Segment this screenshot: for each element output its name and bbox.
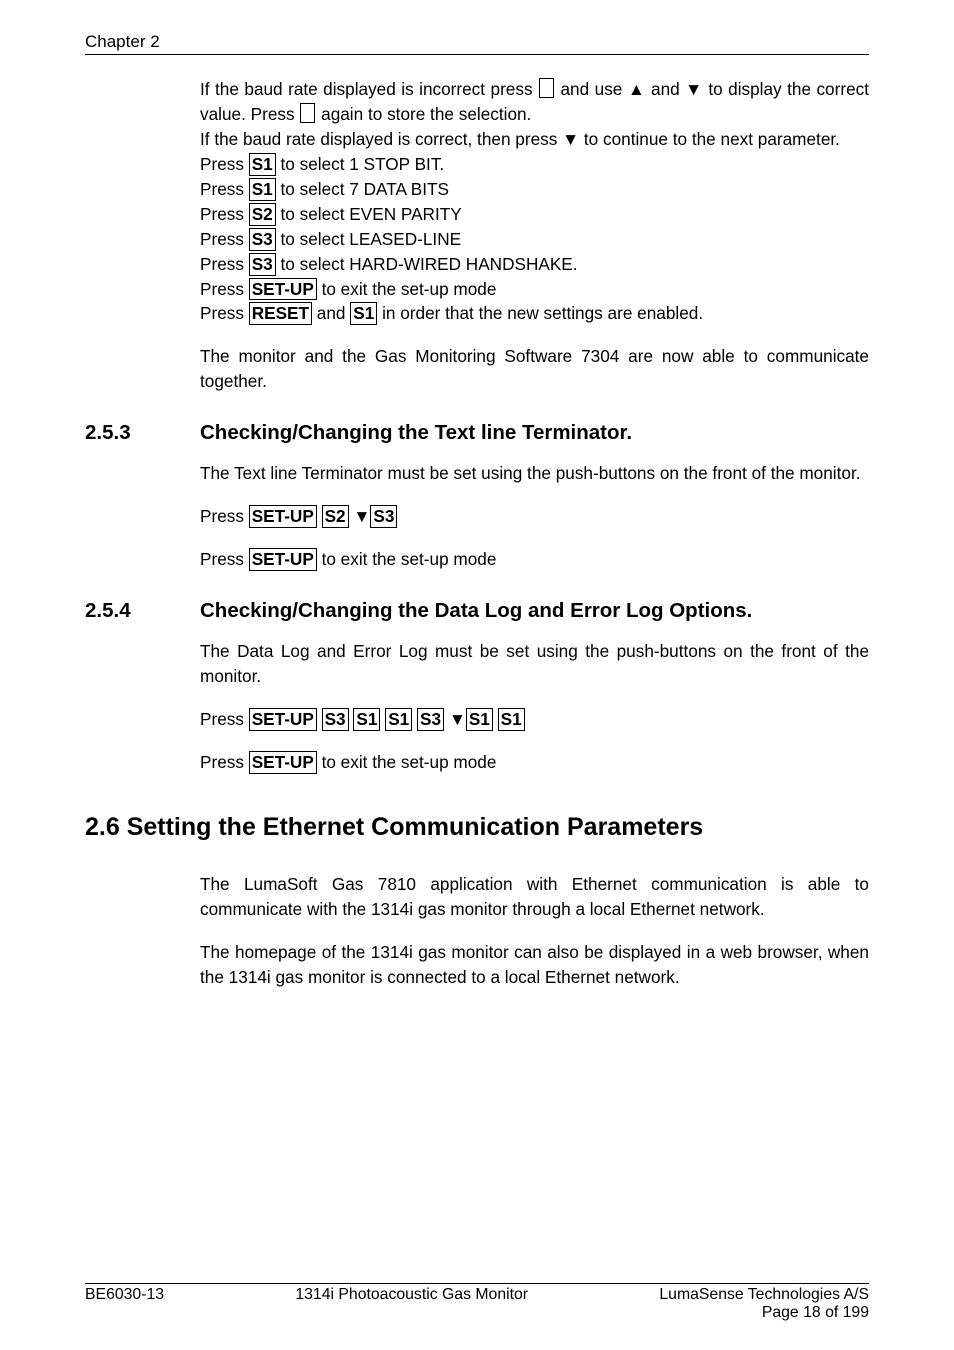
text: to select 1 STOP BIT. bbox=[276, 154, 444, 174]
sec253-exit: Press SET-UP to exit the set-up mode bbox=[200, 547, 869, 572]
key-s1: S1 bbox=[466, 708, 493, 731]
press-line: Press SET-UP to exit the set-up mode bbox=[200, 277, 869, 302]
heading-number: 2.5.3 bbox=[85, 421, 200, 445]
sec253-body: The Text line Terminator must be set usi… bbox=[200, 461, 869, 572]
sec254-body: The Data Log and Error Log must be set u… bbox=[200, 639, 869, 775]
text: If the baud rate displayed is incorrect … bbox=[200, 79, 538, 99]
text: and bbox=[312, 303, 350, 323]
footer-center: 1314i Photoacoustic Gas Monitor bbox=[295, 1286, 528, 1304]
sec253-press: Press SET-UP S2 ▼S3 bbox=[200, 504, 869, 529]
key-s3: S3 bbox=[322, 708, 349, 731]
press-line: Press S1 to select 7 DATA BITS bbox=[200, 177, 869, 202]
sec26-p2: The homepage of the 1314i gas monitor ca… bbox=[200, 940, 869, 990]
text: Press bbox=[200, 229, 249, 249]
arrow-down-icon: ▼ bbox=[349, 506, 371, 526]
text: Press bbox=[200, 752, 249, 772]
key-s1: S1 bbox=[350, 302, 377, 325]
text: Press bbox=[200, 254, 249, 274]
text: to select EVEN PARITY bbox=[276, 204, 462, 224]
key-s3: S3 bbox=[249, 253, 276, 276]
sec26-p1: The LumaSoft Gas 7810 application with E… bbox=[200, 872, 869, 922]
key-s3: S3 bbox=[370, 505, 397, 528]
intro-para-1: If the baud rate displayed is incorrect … bbox=[200, 77, 869, 127]
key-s1: S1 bbox=[385, 708, 412, 731]
text: Press bbox=[200, 204, 249, 224]
sec254-press: Press SET-UP S3 S1 S1 S3 ▼S1 S1 bbox=[200, 707, 869, 732]
key-s3: S3 bbox=[417, 708, 444, 731]
text: Press bbox=[200, 154, 249, 174]
text: Press bbox=[200, 549, 249, 569]
page-footer: BE6030-13 1314i Photoacoustic Gas Monito… bbox=[85, 1283, 869, 1322]
footer-right1: LumaSense Technologies A/S bbox=[659, 1286, 869, 1304]
text: to exit the set-up mode bbox=[317, 752, 497, 772]
key-setup: SET-UP bbox=[249, 548, 317, 571]
key-setup: SET-UP bbox=[249, 505, 317, 528]
heading-253: 2.5.3 Checking/Changing the Text line Te… bbox=[85, 421, 869, 445]
key-s1: S1 bbox=[249, 153, 276, 176]
enter-key-icon bbox=[300, 103, 315, 123]
text: to select HARD-WIRED HANDSHAKE. bbox=[276, 254, 578, 274]
text: Press bbox=[200, 279, 249, 299]
intro-block: If the baud rate displayed is incorrect … bbox=[200, 77, 869, 394]
key-s1: S1 bbox=[498, 708, 525, 731]
press-line: Press S2 to select EVEN PARITY bbox=[200, 202, 869, 227]
key-s2: S2 bbox=[322, 505, 349, 528]
intro-para-2: If the baud rate displayed is correct, t… bbox=[200, 127, 869, 152]
footer-left: BE6030-13 bbox=[85, 1286, 164, 1304]
heading-number: 2.5.4 bbox=[85, 599, 200, 623]
key-s2: S2 bbox=[249, 203, 276, 226]
text: to exit the set-up mode bbox=[317, 279, 497, 299]
arrow-down-icon: ▼ bbox=[444, 709, 466, 729]
key-s3: S3 bbox=[249, 228, 276, 251]
footer-page: Page 18 of 199 bbox=[762, 1304, 869, 1321]
top-divider bbox=[85, 54, 869, 55]
key-reset: RESET bbox=[249, 302, 312, 325]
heading-26: 2.6 Setting the Ethernet Communication P… bbox=[85, 813, 869, 842]
text: in order that the new settings are enabl… bbox=[377, 303, 703, 323]
text: Press bbox=[200, 709, 249, 729]
text: Press bbox=[200, 506, 249, 526]
text: to select 7 DATA BITS bbox=[276, 179, 449, 199]
sec253-p1: The Text line Terminator must be set usi… bbox=[200, 461, 869, 486]
key-setup: SET-UP bbox=[249, 278, 317, 301]
heading-254: 2.5.4 Checking/Changing the Data Log and… bbox=[85, 599, 869, 623]
text: again to store the selection. bbox=[316, 104, 531, 124]
footer-divider bbox=[85, 1283, 869, 1284]
key-setup: SET-UP bbox=[249, 751, 317, 774]
enter-key-icon bbox=[539, 78, 554, 98]
chapter-label: Chapter 2 bbox=[85, 32, 869, 52]
press-line-reset: Press RESET and S1 in order that the new… bbox=[200, 301, 869, 326]
heading-title: Checking/Changing the Data Log and Error… bbox=[200, 599, 752, 623]
text: Press bbox=[200, 179, 249, 199]
press-line: Press S1 to select 1 STOP BIT. bbox=[200, 152, 869, 177]
heading-title: Checking/Changing the Text line Terminat… bbox=[200, 421, 632, 445]
press-line: Press S3 to select HARD-WIRED HANDSHAKE. bbox=[200, 252, 869, 277]
sec26-body: The LumaSoft Gas 7810 application with E… bbox=[200, 872, 869, 990]
text: Press bbox=[200, 303, 249, 323]
sec254-p1: The Data Log and Error Log must be set u… bbox=[200, 639, 869, 689]
sec254-exit: Press SET-UP to exit the set-up mode bbox=[200, 750, 869, 775]
key-setup: SET-UP bbox=[249, 708, 317, 731]
key-s1: S1 bbox=[353, 708, 380, 731]
key-s1: S1 bbox=[249, 178, 276, 201]
text: to select LEASED-LINE bbox=[276, 229, 461, 249]
press-line: Press S3 to select LEASED-LINE bbox=[200, 227, 869, 252]
text: to exit the set-up mode bbox=[317, 549, 497, 569]
intro-para-3: The monitor and the Gas Monitoring Softw… bbox=[200, 344, 869, 394]
